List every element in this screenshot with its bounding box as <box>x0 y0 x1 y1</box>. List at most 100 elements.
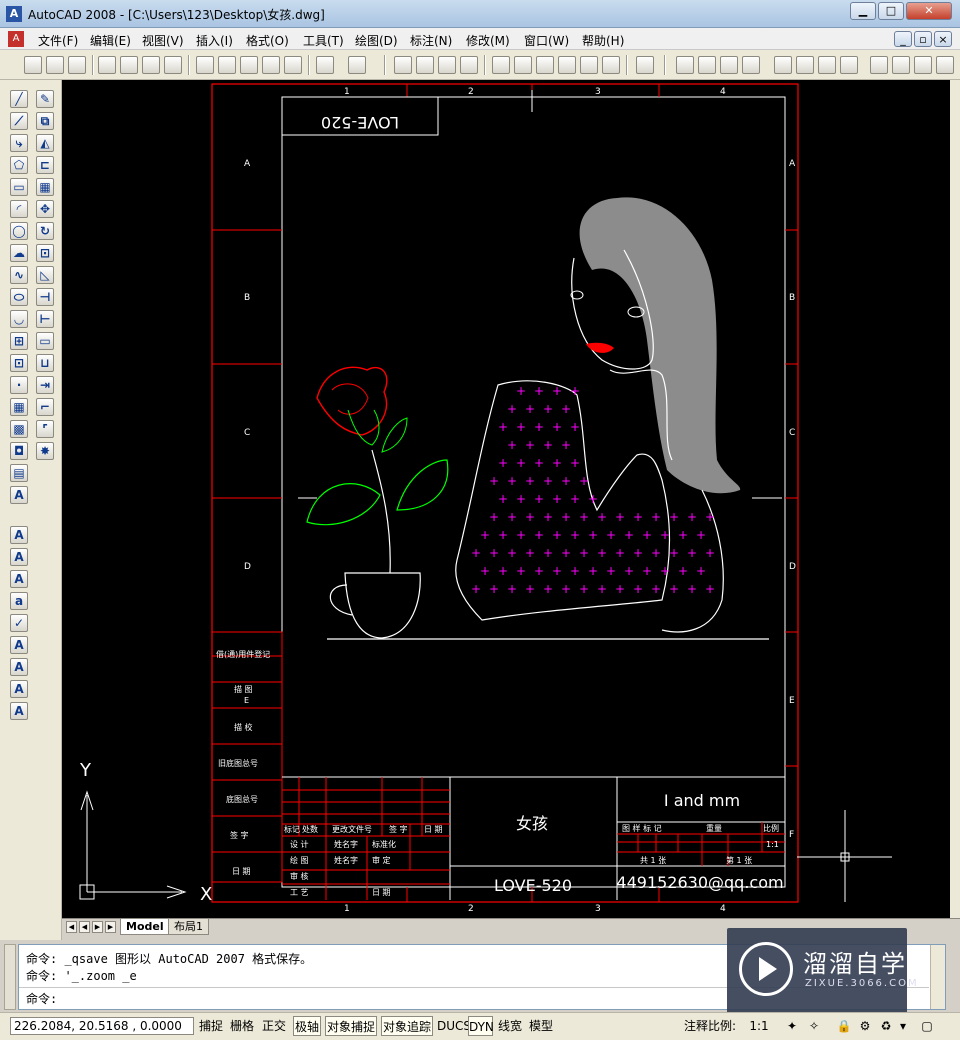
make-block-icon[interactable]: ⊡ <box>10 354 28 372</box>
copy-icon[interactable] <box>218 56 236 74</box>
rotate-icon[interactable]: ↻ <box>36 222 54 240</box>
tab-prev-icon[interactable]: ◀ <box>79 921 90 933</box>
zoom-window-icon[interactable] <box>438 56 456 74</box>
extend-icon[interactable]: ⊢ <box>36 310 54 328</box>
jogged-icon[interactable] <box>796 56 814 74</box>
osnap-toggle[interactable]: 对象捕捉 <box>325 1016 377 1036</box>
tab-layout1[interactable]: 布局1 <box>168 919 209 935</box>
linear-dimension-icon[interactable] <box>676 56 694 74</box>
justify-text-icon[interactable]: A <box>10 680 28 698</box>
annotation-scale-select[interactable]: 1:1 <box>742 1016 776 1036</box>
ordinate-icon[interactable] <box>742 56 760 74</box>
annotation-visibility-icon[interactable]: ✦ <box>783 1016 801 1036</box>
command-scrollbar[interactable] <box>930 945 945 1009</box>
doc-restore-button[interactable]: ▫ <box>914 31 932 47</box>
ducs-toggle[interactable]: DUCS <box>437 1016 471 1036</box>
move-icon[interactable]: ✥ <box>36 200 54 218</box>
find-icon[interactable]: a <box>10 592 28 610</box>
menu-view[interactable]: 视图(V) <box>142 32 184 49</box>
menu-dimension[interactable]: 标注(N) <box>410 32 452 49</box>
autocad-app-icon[interactable]: A <box>6 6 22 22</box>
properties-icon[interactable] <box>492 56 510 74</box>
doc-close-button[interactable]: × <box>934 31 952 47</box>
array-icon[interactable]: ▦ <box>36 178 54 196</box>
aligned-dimension-icon[interactable] <box>698 56 716 74</box>
radius-icon[interactable] <box>774 56 792 74</box>
otrack-toggle[interactable]: 对象追踪 <box>381 1016 433 1036</box>
zoom-realtime-icon[interactable] <box>416 56 434 74</box>
save-icon[interactable] <box>68 56 86 74</box>
calculator-icon[interactable] <box>602 56 620 74</box>
construction-line-icon[interactable]: ⟋ <box>10 112 28 130</box>
tab-next-icon[interactable]: ▶ <box>92 921 103 933</box>
menu-file[interactable]: 文件(F) <box>38 32 78 49</box>
arc-length-icon[interactable] <box>720 56 738 74</box>
model-space-toggle[interactable]: 模型 <box>527 1016 555 1036</box>
paste-icon[interactable] <box>240 56 258 74</box>
break-icon[interactable]: ⊔ <box>36 354 54 372</box>
drawing-canvas[interactable]: 1 2 3 4 1 2 3 4 A B C D A B C D E F LOVE… <box>62 80 950 918</box>
polygon-icon[interactable]: ⬠ <box>10 156 28 174</box>
open-icon[interactable] <box>46 56 64 74</box>
grid-toggle[interactable]: 栅格 <box>229 1016 255 1036</box>
doc-minimize-button[interactable]: _ <box>894 31 912 47</box>
ortho-toggle[interactable]: 正交 <box>261 1016 287 1036</box>
hatch-icon[interactable]: ▦ <box>10 398 28 416</box>
scale-icon[interactable]: ⊡ <box>36 244 54 262</box>
menu-draw[interactable]: 绘图(D) <box>355 32 398 49</box>
plot-preview-icon[interactable] <box>120 56 138 74</box>
point-icon[interactable]: · <box>10 376 28 394</box>
toolbar-lock-icon[interactable]: 🔒 <box>835 1016 853 1036</box>
single-line-text-icon[interactable]: A <box>10 548 28 566</box>
close-button[interactable]: ✕ <box>906 2 952 20</box>
line-icon[interactable]: ╱ <box>10 90 28 108</box>
document-icon[interactable]: A <box>8 31 24 47</box>
spline-icon[interactable]: ∿ <box>10 266 28 284</box>
chamfer-icon[interactable]: ⌐ <box>36 398 54 416</box>
spelling-icon[interactable]: ✓ <box>10 614 28 632</box>
edit-text-icon[interactable]: A <box>10 570 28 588</box>
fillet-icon[interactable]: ⌜ <box>36 420 54 438</box>
rectangle-icon[interactable]: ▭ <box>10 178 28 196</box>
menu-format[interactable]: 格式(O) <box>246 32 289 49</box>
tab-first-icon[interactable]: ◀ <box>66 921 77 933</box>
circle-icon[interactable]: ◯ <box>10 222 28 240</box>
clean-screen-icon[interactable]: ▢ <box>918 1016 936 1036</box>
menu-modify[interactable]: 修改(M) <box>466 32 510 49</box>
minimize-button[interactable]: ▁ <box>850 2 876 20</box>
status-tray-icon[interactable]: ♻ <box>877 1016 895 1036</box>
menu-edit[interactable]: 编辑(E) <box>90 32 131 49</box>
insert-block-icon[interactable]: ⊞ <box>10 332 28 350</box>
vertical-scrollbar[interactable] <box>950 80 960 918</box>
explode-icon[interactable]: ✸ <box>36 442 54 460</box>
stretch-icon[interactable]: ◺ <box>36 266 54 284</box>
convert-space-icon[interactable]: A <box>10 702 28 720</box>
help-icon[interactable] <box>636 56 654 74</box>
revision-cloud-icon[interactable]: ☁ <box>10 244 28 262</box>
drawing-area[interactable]: 1 2 3 4 1 2 3 4 A B C D A B C D E F LOVE… <box>62 80 950 918</box>
auto-scale-icon[interactable]: ✧ <box>805 1016 823 1036</box>
polar-toggle[interactable]: 极轴 <box>293 1016 321 1036</box>
copy-object-icon[interactable]: ⧉ <box>36 112 54 130</box>
dyn-toggle[interactable]: DYN <box>468 1016 494 1036</box>
text-style2-icon[interactable]: A <box>10 636 28 654</box>
scale-text-icon[interactable]: A <box>10 658 28 676</box>
join-icon[interactable]: ⇥ <box>36 376 54 394</box>
3d-dwf-icon[interactable] <box>164 56 182 74</box>
tool-palettes-icon[interactable] <box>536 56 554 74</box>
cut-icon[interactable] <box>196 56 214 74</box>
match-properties-icon[interactable] <box>262 56 280 74</box>
lineweight-toggle[interactable]: 线宽 <box>497 1016 523 1036</box>
mirror-icon[interactable]: ◭ <box>36 134 54 152</box>
table-icon[interactable]: ▤ <box>10 464 28 482</box>
ellipse-icon[interactable]: ⬭ <box>10 288 28 306</box>
qnew-icon[interactable] <box>24 56 42 74</box>
region-icon[interactable]: ◘ <box>10 442 28 460</box>
command-prompt-input[interactable]: 命令: <box>26 990 57 1007</box>
menu-help[interactable]: 帮助(H) <box>582 32 624 49</box>
quick-dimension-icon[interactable] <box>870 56 888 74</box>
snap-toggle[interactable]: 捕捉 <box>198 1016 224 1036</box>
menu-tools[interactable]: 工具(T) <box>303 32 344 49</box>
gradient-icon[interactable]: ▩ <box>10 420 28 438</box>
undo-icon[interactable] <box>316 56 334 74</box>
